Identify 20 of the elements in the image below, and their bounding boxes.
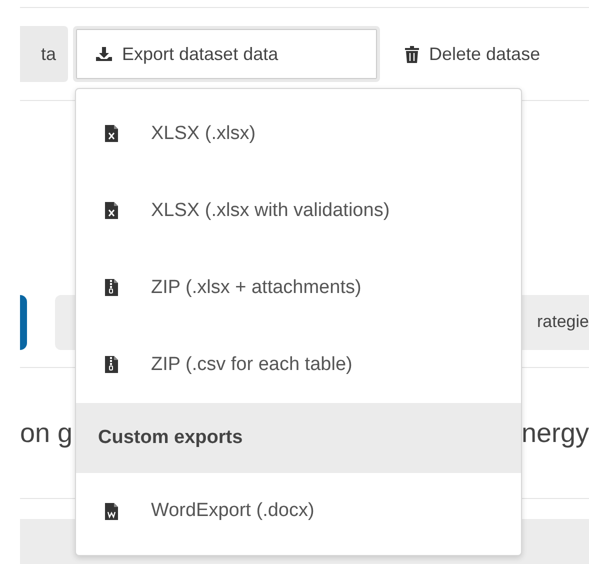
menu-item[interactable]: ZIP (.csv for each table) xyxy=(76,326,521,403)
zip-file-icon xyxy=(105,356,118,373)
toolbar-button[interactable]: ta xyxy=(20,26,68,82)
word-file-icon xyxy=(105,502,118,520)
menu-item[interactable]: ZIP (.xlsx + attachments) xyxy=(76,249,521,326)
menu-item[interactable]: XLSX (.xlsx) xyxy=(76,95,521,172)
zip-file-icon xyxy=(105,279,118,296)
menu-item[interactable]: WordExport (.docx) xyxy=(76,473,521,549)
heading-text: nergy xyxy=(521,418,589,448)
tab-label: rategie xyxy=(537,312,589,332)
download-icon xyxy=(96,46,112,62)
export-button[interactable]: Export dataset data xyxy=(73,26,380,82)
primary-tab[interactable] xyxy=(20,294,27,350)
trash-icon xyxy=(405,46,419,62)
excel-file-icon xyxy=(105,202,118,219)
heading-text: on g xyxy=(20,418,73,448)
delete-button[interactable]: Delete datase xyxy=(385,26,540,82)
menu-item[interactable]: XLSX (.xlsx with validations) xyxy=(76,172,521,249)
excel-file-icon xyxy=(105,125,118,142)
menu-section-header: Custom exports xyxy=(76,403,521,473)
